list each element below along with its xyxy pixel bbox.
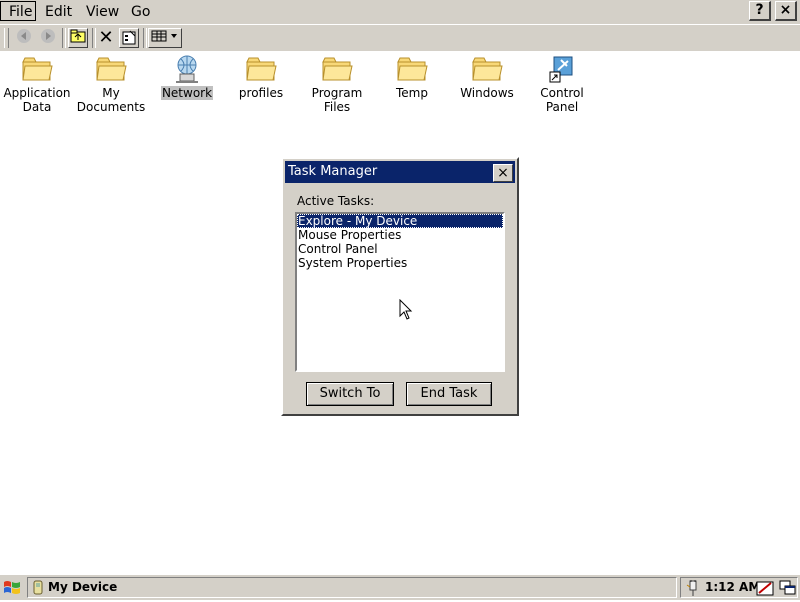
control-panel-icon <box>546 54 578 84</box>
desktop-item-profiles[interactable]: profiles <box>223 54 299 100</box>
desktop-item-network[interactable]: Network <box>149 54 225 100</box>
taskbar: My Device 1:12 AM <box>0 574 800 600</box>
folder-icon <box>21 54 53 84</box>
close-window-button[interactable]: × <box>775 1 797 21</box>
folder-icon <box>95 54 127 84</box>
back-icon[interactable] <box>14 28 34 48</box>
desktop-item-label: My <box>102 86 120 100</box>
menu-bar: File Edit View Go ? × <box>0 0 800 24</box>
active-tasks-label: Active Tasks: <box>297 194 375 208</box>
task-item-mouse-properties[interactable]: Mouse Properties <box>297 228 503 242</box>
menu-file[interactable]: File <box>0 1 36 21</box>
desktop-item-control-panel[interactable]: Control Panel <box>524 54 600 114</box>
desktop-item-windows[interactable]: Windows <box>449 54 525 100</box>
desktop-item-label: Documents <box>76 100 146 114</box>
dialog-close-button[interactable]: × <box>493 164 513 182</box>
menu-view[interactable]: View <box>86 0 119 24</box>
system-tray: 1:12 AM <box>680 577 798 598</box>
delete-icon[interactable]: ✕ <box>96 28 116 48</box>
desktop-item-label: Network <box>160 86 214 100</box>
network-icon <box>171 54 203 84</box>
show-desktop-icon[interactable] <box>779 579 797 597</box>
help-button[interactable]: ? <box>749 1 771 21</box>
desktop-item-label: Panel <box>545 100 579 114</box>
toolbar-separator <box>62 28 66 48</box>
toolbar-grip[interactable] <box>4 28 9 48</box>
menu-edit[interactable]: Edit <box>45 0 72 24</box>
properties-icon[interactable] <box>119 28 139 48</box>
dialog-title-bar[interactable]: Task Manager × <box>285 161 515 183</box>
up-folder-icon[interactable] <box>68 28 88 48</box>
toolbar-separator <box>143 28 147 48</box>
task-manager-dialog: Task Manager × Active Tasks: Explore - M… <box>281 157 519 416</box>
folder-icon <box>245 54 277 84</box>
end-task-button[interactable]: End Task <box>406 382 492 406</box>
desktop-item-label: profiles <box>238 86 284 100</box>
clock[interactable]: 1:12 AM <box>705 578 760 597</box>
desktop-item-application-data[interactable]: Application Data <box>0 54 75 114</box>
power-plug-icon[interactable] <box>684 579 702 597</box>
device-icon <box>33 580 43 595</box>
taskbar-button-my-device[interactable]: My Device <box>27 577 677 598</box>
active-tasks-list[interactable]: Explore - My Device Mouse Properties Con… <box>295 212 505 372</box>
desktop-item-label: Application <box>3 86 71 100</box>
views-icon[interactable] <box>148 28 182 48</box>
folder-icon <box>396 54 428 84</box>
folder-icon <box>471 54 503 84</box>
desktop-item-label: Data <box>22 100 52 114</box>
taskbar-button-label: My Device <box>48 580 118 594</box>
desktop-item-my-documents[interactable]: My Documents <box>73 54 149 114</box>
start-button[interactable] <box>2 578 22 598</box>
toolbar: ✕ <box>0 25 800 51</box>
task-item-explore[interactable]: Explore - My Device <box>297 214 503 228</box>
desktop-item-label: Control <box>540 86 584 100</box>
folder-icon <box>321 54 353 84</box>
input-panel-icon[interactable] <box>756 579 774 597</box>
forward-icon[interactable] <box>38 28 58 48</box>
task-item-system-properties[interactable]: System Properties <box>297 256 503 270</box>
mouse-cursor-icon <box>399 299 413 320</box>
desktop-item-label: Temp <box>396 86 428 100</box>
desktop-item-temp[interactable]: Temp <box>374 54 450 100</box>
task-item-control-panel[interactable]: Control Panel <box>297 242 503 256</box>
desktop-item-program-files[interactable]: Program Files <box>299 54 375 114</box>
desktop-item-label: Windows <box>460 86 514 100</box>
windows-logo-icon <box>4 581 20 594</box>
dialog-title: Task Manager <box>288 164 378 179</box>
switch-to-button[interactable]: Switch To <box>306 382 394 406</box>
menu-go[interactable]: Go <box>131 0 150 24</box>
desktop-item-label: Program Files <box>311 86 363 114</box>
